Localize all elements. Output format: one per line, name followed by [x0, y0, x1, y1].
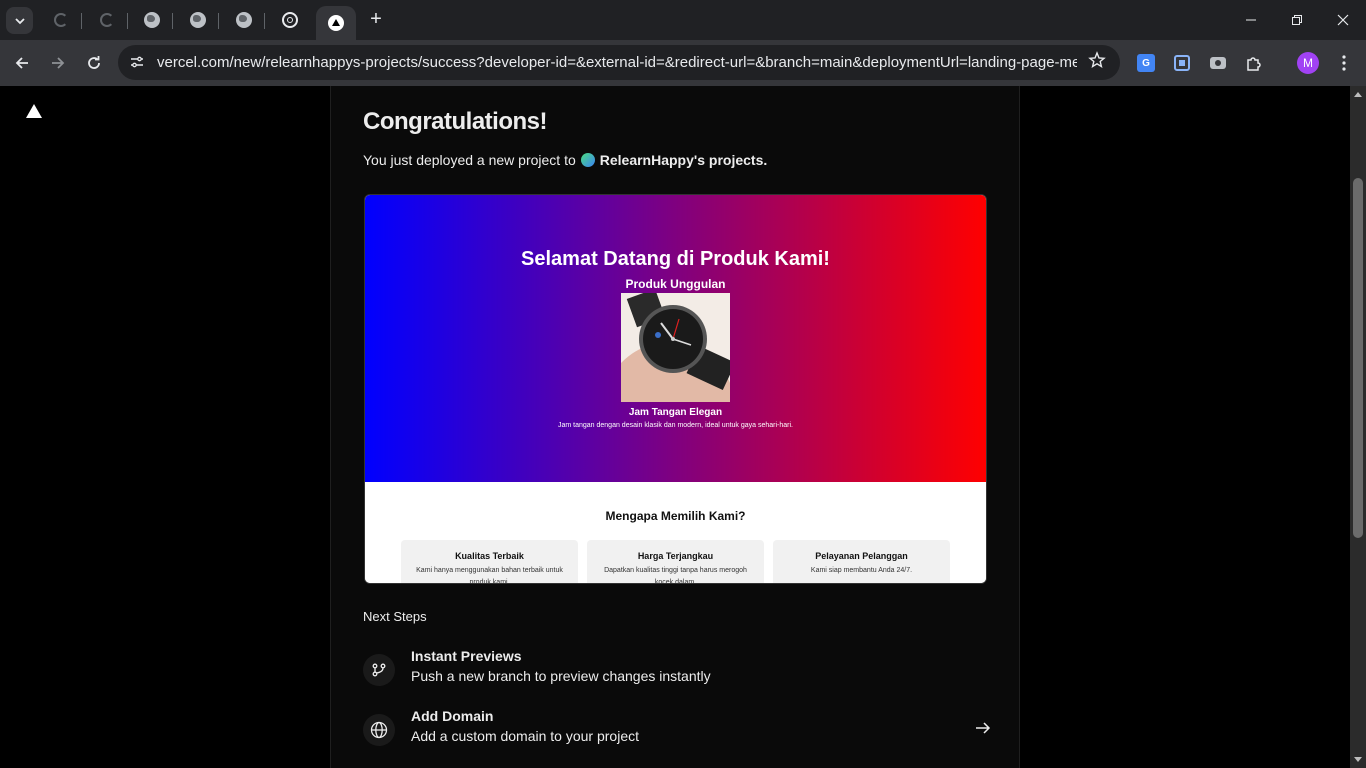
page-viewport: Congratulations! You just deployed a new…: [0, 86, 1350, 768]
preview-card: Kualitas Terbaik Kami hanya menggunakan …: [401, 540, 578, 584]
watch-product-image: [621, 293, 730, 402]
url-text[interactable]: vercel.com/new/relearnhappys-projects/su…: [157, 54, 1077, 71]
extensions-menu-button[interactable]: [1241, 50, 1267, 76]
tab-4[interactable]: [179, 6, 219, 34]
preview-card-title: Pelayanan Pelanggan: [815, 551, 908, 561]
tab-2[interactable]: [88, 6, 128, 34]
forward-button[interactable]: [44, 49, 72, 77]
team-name-link[interactable]: RelearnHappy's projects.: [600, 152, 768, 168]
globe-icon: [144, 12, 160, 28]
reload-icon: [88, 56, 100, 69]
preview-hero-title: Selamat Datang di Produk Kami!: [521, 248, 830, 270]
close-icon: [1337, 14, 1349, 26]
arrow-right-icon[interactable]: [973, 718, 993, 738]
new-tab-button[interactable]: +: [364, 8, 388, 32]
vercel-logo-icon[interactable]: [26, 104, 42, 118]
git-branch-icon: [363, 654, 395, 686]
restore-icon: [1292, 15, 1302, 25]
puzzle-icon: [1247, 57, 1261, 71]
site-info-button[interactable]: [126, 51, 148, 73]
arrow-left-icon: [15, 57, 28, 69]
preview-card-text: Kami hanya menggunakan bahan terbaik unt…: [416, 567, 563, 584]
globe-icon: [363, 714, 395, 746]
browser-menu-button[interactable]: [1332, 50, 1356, 76]
step-desc: Add a custom domain to your project: [411, 728, 640, 744]
profile-avatar[interactable]: M: [1297, 52, 1319, 74]
deployment-preview[interactable]: Selamat Datang di Produk Kami! Produk Un…: [364, 194, 987, 584]
screenshot-extension-button[interactable]: [1205, 50, 1231, 76]
translate-extension-button[interactable]: G: [1133, 50, 1159, 76]
loading-icon: [100, 13, 114, 27]
preview-card: Pelayanan Pelanggan Kami siap membantu A…: [773, 540, 950, 583]
preview-why-section: Mengapa Memilih Kami? Kualitas Terbaik K…: [365, 482, 986, 584]
tab-5[interactable]: [225, 6, 265, 34]
globe-icon: [236, 12, 252, 28]
scroll-up-arrow-icon[interactable]: [1354, 92, 1362, 97]
loading-icon: [54, 13, 68, 27]
chatgpt-icon: [282, 12, 298, 28]
preview-why-title: Mengapa Memilih Kami?: [605, 509, 746, 523]
scrollbar-thumb[interactable]: [1353, 178, 1363, 538]
page-title: Congratulations!: [363, 108, 548, 135]
deployed-prefix: You just deployed a new project to: [363, 152, 576, 168]
arrow-right-icon: [52, 57, 65, 69]
preview-card-text: Kami siap membantu Anda 24/7.: [810, 567, 913, 574]
extension-box-icon: [1174, 55, 1190, 71]
extension-button[interactable]: [1169, 50, 1195, 76]
scroll-down-arrow-icon[interactable]: [1354, 757, 1362, 762]
camera-icon: [1210, 57, 1226, 69]
preview-card-title: Kualitas Terbaik: [455, 551, 524, 561]
page-scrollbar[interactable]: [1350, 86, 1366, 768]
back-button[interactable]: [8, 49, 36, 77]
globe-icon: [190, 12, 206, 28]
step-desc: Push a new branch to preview changes ins…: [411, 668, 711, 684]
tab-active-vercel[interactable]: [316, 6, 356, 40]
tab-1[interactable]: [42, 6, 82, 34]
restore-button[interactable]: [1274, 0, 1320, 40]
bookmark-star-button[interactable]: [1088, 51, 1106, 74]
more-vert-icon: [1342, 55, 1346, 71]
preview-hero: Selamat Datang di Produk Kami! Produk Un…: [365, 195, 986, 482]
tab-3[interactable]: [133, 6, 173, 34]
translate-icon: G: [1137, 54, 1155, 72]
close-window-button[interactable]: [1320, 0, 1366, 40]
tab-search-button[interactable]: [6, 7, 33, 34]
reload-button[interactable]: [80, 49, 108, 77]
vercel-icon: [328, 15, 344, 31]
browser-toolbar: vercel.com/new/relearnhappys-projects/su…: [0, 40, 1366, 86]
address-bar[interactable]: vercel.com/new/relearnhappys-projects/su…: [118, 45, 1120, 80]
step-title: Instant Previews: [411, 648, 522, 664]
chevron-down-icon: [14, 17, 25, 24]
next-steps-heading: Next Steps: [363, 609, 427, 624]
preview-product-desc: Jam tangan dengan desain klasik dan mode…: [557, 422, 794, 429]
preview-product-name: Jam Tangan Elegan: [628, 407, 723, 418]
preview-card-text: Dapatkan kualitas tinggi tanpa harus mer…: [604, 567, 747, 584]
team-avatar-icon: [580, 153, 595, 167]
star-icon: [1088, 51, 1106, 68]
step-title: Add Domain: [411, 708, 494, 724]
deployed-message: You just deployed a new project to Relea…: [363, 152, 767, 168]
main-content: Congratulations! You just deployed a new…: [330, 86, 1020, 768]
preview-card: Harga Terjangkau Dapatkan kualitas tingg…: [587, 540, 764, 584]
preview-card-title: Harga Terjangkau: [637, 551, 714, 561]
watch-icon: [621, 293, 730, 402]
preview-hero-subtitle: Produk Unggulan: [625, 277, 726, 291]
step-add-domain[interactable]: Add Domain Add a custom domain to your p…: [363, 708, 993, 752]
tab-6[interactable]: [271, 6, 309, 34]
step-instant-previews[interactable]: Instant Previews Push a new branch to pr…: [363, 648, 993, 692]
tab-strip: +: [0, 0, 1366, 40]
minimize-button[interactable]: [1228, 0, 1274, 40]
tune-icon: [131, 56, 143, 68]
minimize-icon: [1246, 19, 1256, 21]
